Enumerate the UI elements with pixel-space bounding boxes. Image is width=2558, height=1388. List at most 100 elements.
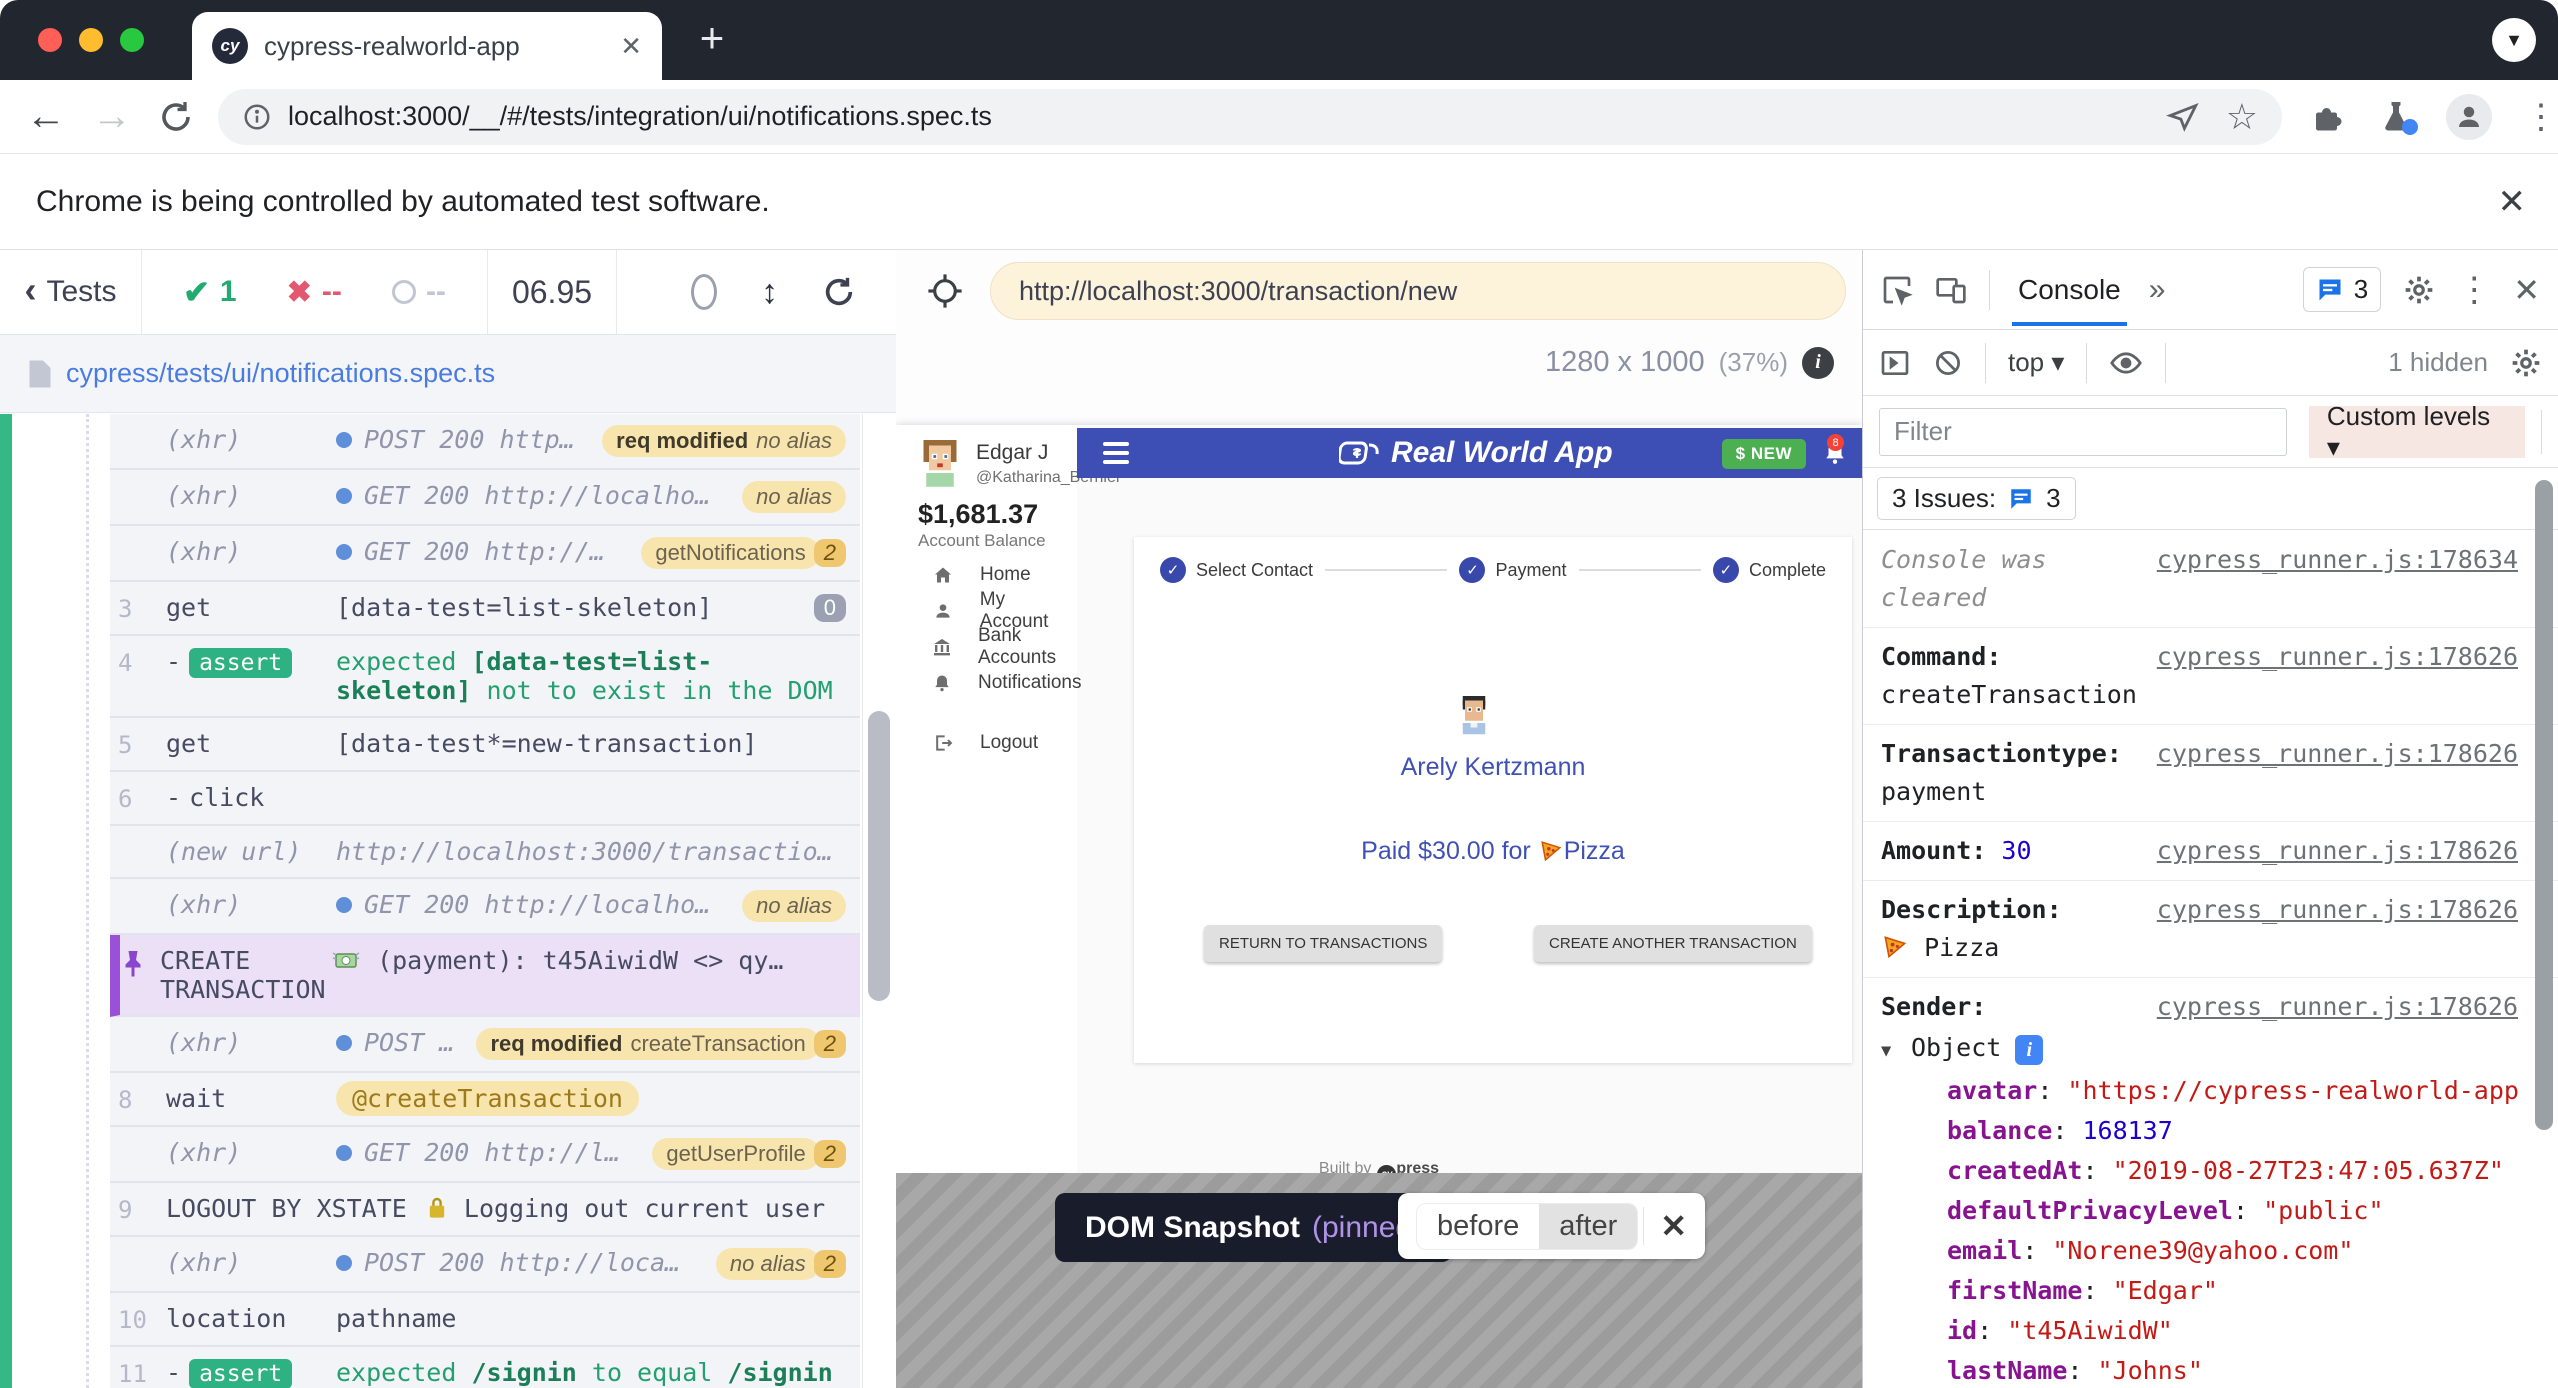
contact-name[interactable]: Arely Kertzmann	[1134, 753, 1852, 782]
devtools-close-icon[interactable]: ✕	[2513, 271, 2540, 309]
site-info-icon[interactable]	[242, 102, 272, 132]
scroll-toggle-icon[interactable]: ↕	[761, 273, 778, 312]
sidebar-item-home[interactable]: Home	[896, 557, 1077, 593]
console-entry[interactable]: Description: Pizzacypress_runner.js:1786…	[1863, 881, 2558, 978]
more-tabs-icon[interactable]: »	[2149, 273, 2166, 307]
console-entry-sender[interactable]: Sender:cypress_runner.js:178626 ▼Objecti…	[1863, 978, 2558, 1388]
object-info-icon[interactable]: i	[2015, 1035, 2043, 1065]
reload-button[interactable]	[158, 99, 194, 135]
selector-playground-icon[interactable]	[926, 272, 964, 310]
sidebar-item-my-account[interactable]: My Account	[896, 593, 1077, 629]
chrome-labs-flask-icon[interactable]	[2378, 99, 2414, 135]
log-row-xhr[interactable]: (xhr) GET 200 http://l… getUserProfile2	[110, 1127, 860, 1183]
close-window-button[interactable]	[38, 28, 62, 52]
xhr-dot-icon	[336, 1145, 352, 1161]
log-row-get[interactable]: 3get [data-test=list-skeleton] 0	[110, 582, 860, 636]
send-to-device-icon[interactable]	[2166, 100, 2200, 134]
tab-search-button[interactable]: ▼	[2492, 18, 2536, 62]
console-entry[interactable]: Amount: 30cypress_runner.js:178626	[1863, 822, 2558, 881]
address-bar[interactable]: localhost:3000/__/#/tests/integration/ui…	[218, 89, 2282, 145]
log-row-wait[interactable]: 8wait @createTransaction	[110, 1073, 860, 1127]
console-entry[interactable]: Transactiontype: paymentcypress_runner.j…	[1863, 725, 2558, 822]
browser-tab[interactable]: cy cypress-realworld-app ✕	[192, 12, 662, 80]
source-link[interactable]: cypress_runner.js:178634	[2157, 541, 2518, 579]
hidden-messages-label[interactable]: 1 hidden	[2388, 347, 2488, 378]
spec-file-link[interactable]: cypress/tests/ui/notifications.spec.ts	[66, 358, 495, 389]
clear-console-icon[interactable]	[1933, 348, 1963, 378]
live-expression-eye-icon[interactable]	[2109, 346, 2143, 380]
context-selector[interactable]: top ▾	[2008, 347, 2064, 378]
source-link[interactable]: cypress_runner.js:178626	[2157, 638, 2518, 676]
rerun-tests-icon[interactable]	[822, 275, 856, 309]
failed-stat: ✖--	[287, 275, 342, 310]
device-toolbar-icon[interactable]	[1935, 274, 1967, 306]
minimize-window-button[interactable]	[79, 28, 103, 52]
log-row-xhr[interactable]: (xhr) GET 200 http://localho… no alias	[110, 470, 860, 526]
sidebar-item-bank-accounts[interactable]: Bank Accounts	[896, 629, 1077, 665]
devtools-scrollbar-thumb[interactable]	[2535, 480, 2553, 1130]
devtools-menu-icon[interactable]: ⋮	[2457, 270, 2491, 310]
log-row-xhr[interactable]: (xhr) GET 200 http://localho… no alias	[110, 879, 860, 935]
log-row-location[interactable]: 10location pathname	[110, 1293, 860, 1347]
log-row-xhr[interactable]: (xhr) POST 200 http://loca… no alias2	[110, 1237, 860, 1293]
profile-avatar[interactable]	[2446, 94, 2492, 140]
unpin-close-icon[interactable]: ✕	[1643, 1207, 1687, 1245]
console-entry[interactable]: Command: createTransactioncypress_runner…	[1863, 628, 2558, 725]
back-to-tests[interactable]: ‹ Tests	[0, 250, 142, 334]
log-row-xhr[interactable]: (xhr) GET 200 http://… getNotifications2	[110, 526, 860, 582]
console-entry[interactable]: Console was clearedcypress_runner.js:178…	[1863, 531, 2558, 628]
maximize-window-button[interactable]	[120, 28, 144, 52]
filter-input[interactable]	[1879, 408, 2287, 456]
console-settings-gear-icon[interactable]	[2510, 347, 2542, 379]
url-text[interactable]: localhost:3000/__/#/tests/integration/ui…	[288, 101, 2166, 132]
app-brand[interactable]: Real World App	[1339, 436, 1613, 470]
inspect-element-icon[interactable]	[1881, 274, 1913, 306]
log-row-assert[interactable]: 4 -assert expected [data-test=list-skele…	[110, 636, 860, 718]
settings-gear-icon[interactable]	[2403, 274, 2435, 306]
tab-console[interactable]: Console	[2012, 254, 2127, 326]
step-check-icon: ✓	[1713, 557, 1739, 583]
forward-button[interactable]: →	[92, 94, 132, 139]
after-button[interactable]: after	[1539, 1204, 1637, 1249]
notifications-bell[interactable]: 8	[1822, 440, 1848, 466]
issues-counter[interactable]: 3 Issues: 3	[1877, 477, 2076, 520]
source-link[interactable]: cypress_runner.js:178626	[2157, 988, 2518, 1026]
new-transaction-button[interactable]: $ NEW	[1722, 439, 1806, 469]
log-row-assert[interactable]: 11 -assert expected /signin to equal /si…	[110, 1347, 860, 1388]
log-row-xhr[interactable]: (xhr) POST … req modifiedcreateTransacti…	[110, 1017, 860, 1073]
bookmark-star-icon[interactable]: ☆	[2226, 96, 2258, 138]
source-link[interactable]: cypress_runner.js:178626	[2157, 891, 2518, 929]
before-button[interactable]: before	[1417, 1204, 1539, 1249]
console-messages-badge[interactable]: 3	[2303, 267, 2381, 312]
browser-menu-icon[interactable]: ⋮	[2524, 97, 2558, 137]
return-to-transactions-button[interactable]: RETURN TO TRANSACTIONS	[1204, 925, 1442, 962]
create-another-transaction-button[interactable]: CREATE ANOTHER TRANSACTION	[1534, 925, 1812, 962]
source-link[interactable]: cypress_runner.js:178626	[2157, 735, 2518, 773]
person-icon	[932, 601, 954, 621]
reporter-controls: ↕	[617, 250, 896, 334]
source-link[interactable]: cypress_runner.js:178626	[2157, 832, 2518, 870]
log-row-new-url[interactable]: (new url) http://localhost:3000/transact…	[110, 826, 860, 879]
reporter-scrollbar-track[interactable]	[862, 414, 896, 1388]
log-row-xhr[interactable]: (xhr) POST 200 http… req modifiedno alia…	[110, 414, 860, 470]
log-row-create-transaction-pinned[interactable]: CREATE TRANSACTION (payment): t45AiwidW …	[110, 935, 860, 1017]
viewport-toggle-icon[interactable]	[691, 274, 717, 310]
extensions-puzzle-icon[interactable]	[2310, 99, 2346, 135]
reporter-scrollbar-thumb[interactable]	[868, 711, 890, 1001]
contact-avatar	[1456, 693, 1492, 735]
banner-close-icon[interactable]: ✕	[2498, 182, 2527, 222]
sidebar-item-notifications[interactable]: Notifications	[896, 665, 1077, 701]
drawer-menu-icon[interactable]	[1103, 442, 1129, 464]
console-sidebar-icon[interactable]	[1879, 347, 1911, 379]
tab-close-icon[interactable]: ✕	[620, 31, 642, 62]
back-button[interactable]: ←	[26, 94, 66, 139]
sidebar-item-logout[interactable]: Logout	[896, 725, 1077, 761]
log-row-click[interactable]: 6 -click	[110, 772, 860, 826]
log-row-get[interactable]: 5get [data-test*=new-transaction]	[110, 718, 860, 772]
viewport-info-icon[interactable]: i	[1802, 347, 1834, 379]
object-root[interactable]: ▼Objecti	[1881, 1028, 2518, 1071]
log-row-logout[interactable]: 9 LOGOUT BY XSTATE Logging out current u…	[110, 1183, 860, 1237]
aut-url-bar[interactable]: http://localhost:3000/transaction/new	[990, 262, 1846, 320]
custom-levels-dropdown[interactable]: Custom levels ▾	[2309, 406, 2525, 458]
new-tab-button[interactable]: +	[690, 18, 734, 62]
